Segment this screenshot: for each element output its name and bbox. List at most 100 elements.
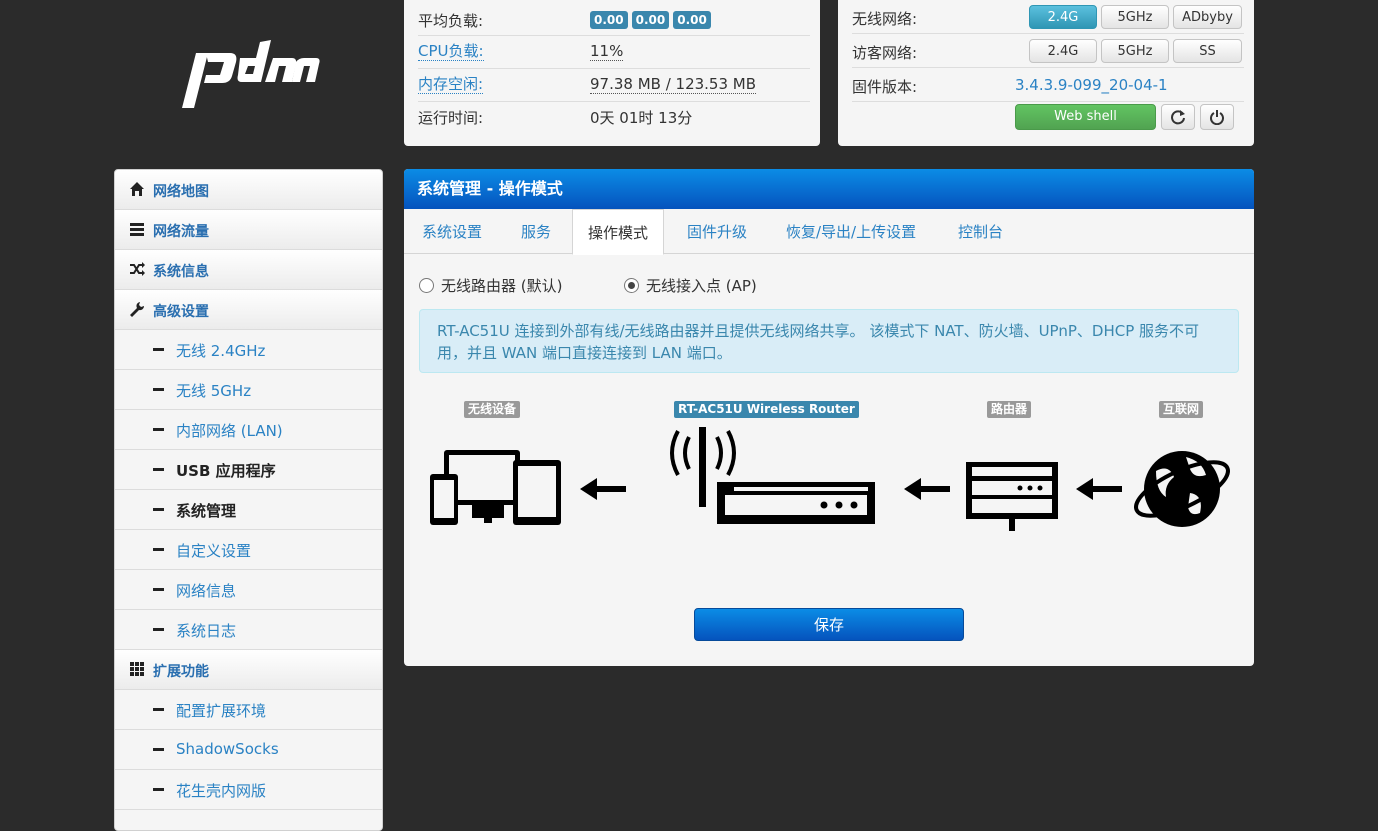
- wrench-icon: [130, 302, 145, 317]
- firmware-row: 固件版本: 3.4.3.9-099_20-04-1: [852, 68, 1244, 102]
- radio-router[interactable]: [419, 278, 434, 293]
- padavan-logo: [182, 40, 320, 108]
- sidebar-item-label: 系统管理: [176, 502, 237, 520]
- network-diagram: [430, 427, 1230, 531]
- dash-icon: [153, 348, 164, 351]
- radio-ap[interactable]: [624, 278, 639, 293]
- router-label: 路由器: [987, 401, 1032, 418]
- sidebar-item-label: 网络地图: [153, 184, 209, 200]
- quick-settings-panel: 无线网络: 2.4G 5GHz ADbyby 访客网络: 2.4G 5GHz S…: [838, 0, 1254, 146]
- load-badge-1: 0.00: [590, 11, 628, 29]
- tab-restore-export[interactable]: 恢复/导出/上传设置: [786, 209, 916, 253]
- cpu-value: 11%: [590, 42, 624, 61]
- sidebar-item-extensions[interactable]: 扩展功能: [115, 650, 382, 690]
- sidebar-item-custom[interactable]: 自定义设置: [115, 530, 382, 570]
- sidebar-item-wireless-5[interactable]: 无线 5GHz: [115, 370, 382, 410]
- mode-ap-option[interactable]: 无线接入点 (AP): [624, 275, 757, 296]
- router-icon: [966, 462, 1058, 531]
- tab-bar: 系统设置 服务 操作模式 固件升级 恢复/导出/上传设置 控制台: [404, 209, 1254, 255]
- save-button[interactable]: 保存: [694, 608, 964, 641]
- tab-operation-mode[interactable]: 操作模式: [572, 209, 665, 255]
- sidebar-item-syslog[interactable]: 系统日志: [115, 610, 382, 650]
- this-router-label: RT-AC51U Wireless Router: [674, 401, 859, 418]
- mode-ap-label: 无线接入点 (AP): [646, 277, 757, 295]
- load-values: 0.00 0.00 0.00: [590, 10, 715, 29]
- sidebar-item-label: 花生壳内网版: [176, 782, 267, 800]
- sidebar-item-net-info[interactable]: 网络信息: [115, 570, 382, 610]
- sidebar-item-network-map[interactable]: 网络地图: [115, 170, 382, 210]
- tab-services[interactable]: 服务: [521, 209, 551, 253]
- sidebar-item-usb[interactable]: USB 应用程序: [115, 450, 382, 490]
- guest-2g-button[interactable]: 2.4G: [1029, 39, 1097, 63]
- memory-value: 97.38 MB / 123.53 MB: [590, 75, 757, 94]
- power-button[interactable]: [1200, 104, 1234, 130]
- arrow-left-icon: [904, 478, 950, 500]
- arrow-left-icon: [580, 478, 626, 500]
- devices-icon: [430, 450, 561, 525]
- wireless-5g-button[interactable]: 5GHz: [1101, 5, 1169, 29]
- cpu-row: CPU负载: 11%: [418, 35, 810, 69]
- guest-row: 访客网络: 2.4G 5GHz SS: [852, 34, 1244, 68]
- guest-label: 访客网络:: [852, 44, 918, 62]
- sidebar: 网络地图 网络流量 系统信息 高级设置 无线 2.4GHz 无线 5GHz 内部…: [114, 169, 383, 831]
- sidebar-item-label: 自定义设置: [176, 542, 252, 560]
- memory-link[interactable]: 内存空闲:: [418, 76, 484, 94]
- sidebar-item-shadowsocks[interactable]: ShadowSocks: [115, 730, 382, 770]
- sidebar-item-label: 网络流量: [153, 224, 209, 240]
- wireless-row: 无线网络: 2.4G 5GHz ADbyby: [852, 0, 1244, 34]
- mode-info-alert: RT-AC51U 连接到外部有线/无线路由器并且提供无线网络共享。 该模式下 N…: [419, 309, 1239, 373]
- sidebar-item-advanced[interactable]: 高级设置: [115, 290, 382, 330]
- sidebar-item-label: 配置扩展环境: [176, 702, 267, 720]
- dash-icon: [153, 548, 164, 551]
- system-status-panel: 平均负载: 0.00 0.00 0.00 CPU负载: 11% 内存空闲: 97.3…: [404, 0, 820, 146]
- dash-icon: [153, 788, 164, 791]
- sidebar-item-label: 内部网络 (LAN): [176, 422, 283, 440]
- sidebar-item-label: 高级设置: [153, 304, 209, 320]
- refresh-button[interactable]: [1161, 104, 1195, 130]
- mode-router-option[interactable]: 无线路由器 (默认): [419, 275, 562, 296]
- server-icon: [130, 223, 144, 236]
- mode-router-label: 无线路由器 (默认): [441, 277, 563, 295]
- cpu-link[interactable]: CPU负载:: [418, 43, 484, 61]
- ss-button[interactable]: SS: [1173, 39, 1242, 63]
- sidebar-item-label: 网络信息: [176, 582, 237, 600]
- sidebar-item-label: 系统信息: [153, 264, 209, 280]
- dash-icon: [153, 708, 164, 711]
- tab-firmware-upgrade[interactable]: 固件升级: [687, 209, 747, 253]
- page-title: 系统管理 - 操作模式: [404, 169, 1254, 209]
- sidebar-item-admin[interactable]: 系统管理: [115, 490, 382, 530]
- sidebar-item-wireless-24[interactable]: 无线 2.4GHz: [115, 330, 382, 370]
- dash-icon: [153, 468, 164, 471]
- sidebar-item-oray[interactable]: 花生壳内网版: [115, 770, 382, 810]
- guest-5g-button[interactable]: 5GHz: [1101, 39, 1169, 63]
- dash-icon: [153, 428, 164, 431]
- sidebar-item-more[interactable]: [115, 810, 382, 830]
- globe-icon: [1134, 451, 1230, 527]
- sidebar-item-lan[interactable]: 内部网络 (LAN): [115, 410, 382, 450]
- dash-icon: [153, 508, 164, 511]
- sidebar-item-label: 无线 2.4GHz: [176, 342, 266, 360]
- dash-icon: [153, 588, 164, 591]
- tab-console[interactable]: 控制台: [958, 209, 1003, 253]
- sidebar-item-label: 扩展功能: [153, 664, 209, 680]
- firmware-version[interactable]: 3.4.3.9-099_20-04-1: [1015, 76, 1168, 94]
- uptime-row: 运行时间: 0天 01时 13分: [418, 99, 810, 132]
- memory-row: 内存空闲: 97.38 MB / 123.53 MB: [418, 68, 810, 102]
- adbyby-button[interactable]: ADbyby: [1173, 5, 1242, 29]
- load-row: 平均负载: 0.00 0.00 0.00: [418, 2, 810, 36]
- uptime-label: 运行时间:: [418, 109, 484, 127]
- main-panel: 系统管理 - 操作模式 系统设置 服务 操作模式 固件升级 恢复/导出/上传设置…: [404, 169, 1254, 666]
- shuffle-icon: [130, 262, 145, 276]
- devices-label: 无线设备: [464, 401, 521, 418]
- sidebar-item-label: 无线 5GHz: [176, 382, 252, 400]
- refresh-icon: [1171, 110, 1185, 125]
- wireless-2g-button[interactable]: 2.4G: [1029, 5, 1097, 29]
- sidebar-item-label: USB 应用程序: [176, 462, 276, 480]
- grid-icon: [130, 662, 144, 676]
- sidebar-item-traffic[interactable]: 网络流量: [115, 210, 382, 250]
- web-shell-button[interactable]: Web shell: [1015, 104, 1156, 130]
- tab-system-settings[interactable]: 系统设置: [422, 209, 482, 253]
- load-badge-3: 0.00: [673, 11, 711, 29]
- sidebar-item-system-info[interactable]: 系统信息: [115, 250, 382, 290]
- sidebar-item-ext-env[interactable]: 配置扩展环境: [115, 690, 382, 730]
